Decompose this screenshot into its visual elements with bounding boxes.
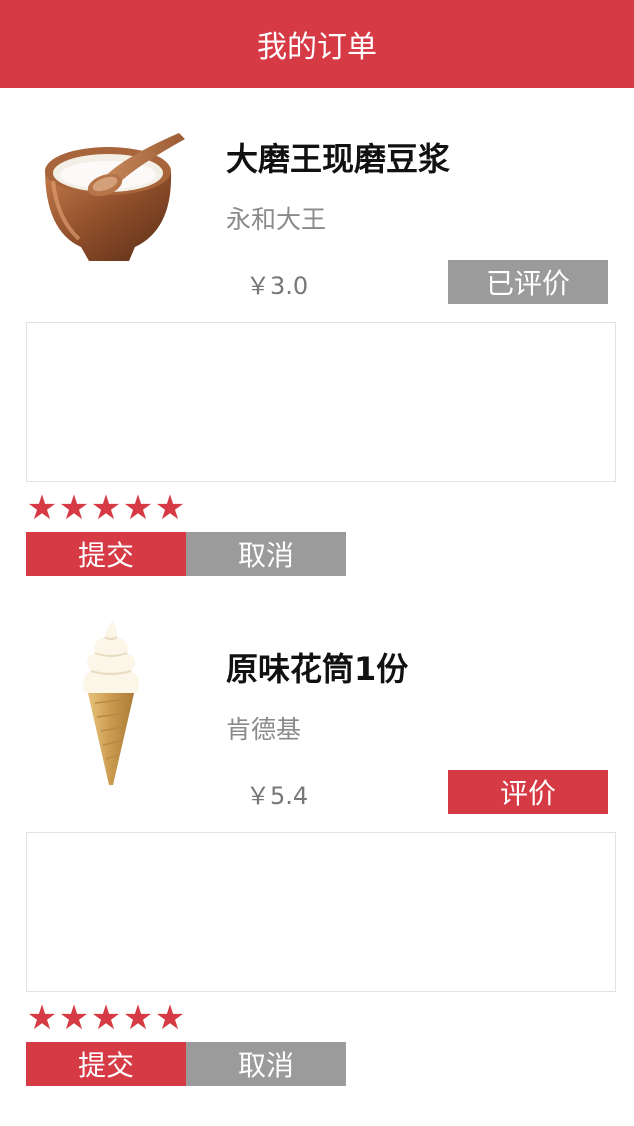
order-card: 原味花筒1份 肯德基 ￥5.4 评价 ★ ★ ★ ★ ★ 提交 取消	[0, 614, 634, 1086]
product-name: 大磨王现磨豆浆	[226, 140, 451, 178]
shop-name: 肯德基	[226, 715, 302, 744]
star-rating[interactable]: ★ ★ ★ ★ ★	[26, 490, 186, 526]
star-icon[interactable]: ★	[58, 490, 90, 526]
star-icon[interactable]: ★	[26, 1000, 58, 1036]
star-icon[interactable]: ★	[90, 1000, 122, 1036]
product-image[interactable]	[26, 104, 196, 284]
star-icon[interactable]: ★	[122, 490, 154, 526]
product-price: ￥3.0	[246, 272, 309, 300]
submit-button[interactable]: 提交	[26, 532, 186, 576]
star-rating[interactable]: ★ ★ ★ ★ ★	[26, 1000, 186, 1036]
cancel-button[interactable]: 取消	[186, 1042, 346, 1086]
product-image[interactable]	[26, 614, 196, 794]
product-name: 原味花筒1份	[226, 650, 409, 688]
shop-name: 永和大王	[226, 205, 327, 234]
star-icon[interactable]: ★	[122, 1000, 154, 1036]
review-button[interactable]: 评价	[448, 770, 608, 814]
order-card: 大磨王现磨豆浆 永和大王 ￥3.0 已评价 ★ ★ ★ ★ ★ 提交 取消	[0, 104, 634, 576]
star-icon[interactable]: ★	[26, 490, 58, 526]
star-icon[interactable]: ★	[154, 1000, 186, 1036]
product-price: ￥5.4	[246, 782, 309, 810]
star-icon[interactable]: ★	[58, 1000, 90, 1036]
app-header: 我的订单	[0, 0, 634, 88]
reviewed-button[interactable]: 已评价	[448, 260, 608, 304]
star-icon[interactable]: ★	[154, 490, 186, 526]
page-title: 我的订单	[257, 30, 377, 65]
submit-button[interactable]: 提交	[26, 1042, 186, 1086]
soy-milk-bowl-image	[45, 133, 185, 261]
comment-textarea[interactable]	[26, 832, 616, 992]
star-icon[interactable]: ★	[90, 490, 122, 526]
ice-cream-cone-image	[83, 621, 139, 785]
cancel-button[interactable]: 取消	[186, 532, 346, 576]
comment-textarea[interactable]	[26, 322, 616, 482]
